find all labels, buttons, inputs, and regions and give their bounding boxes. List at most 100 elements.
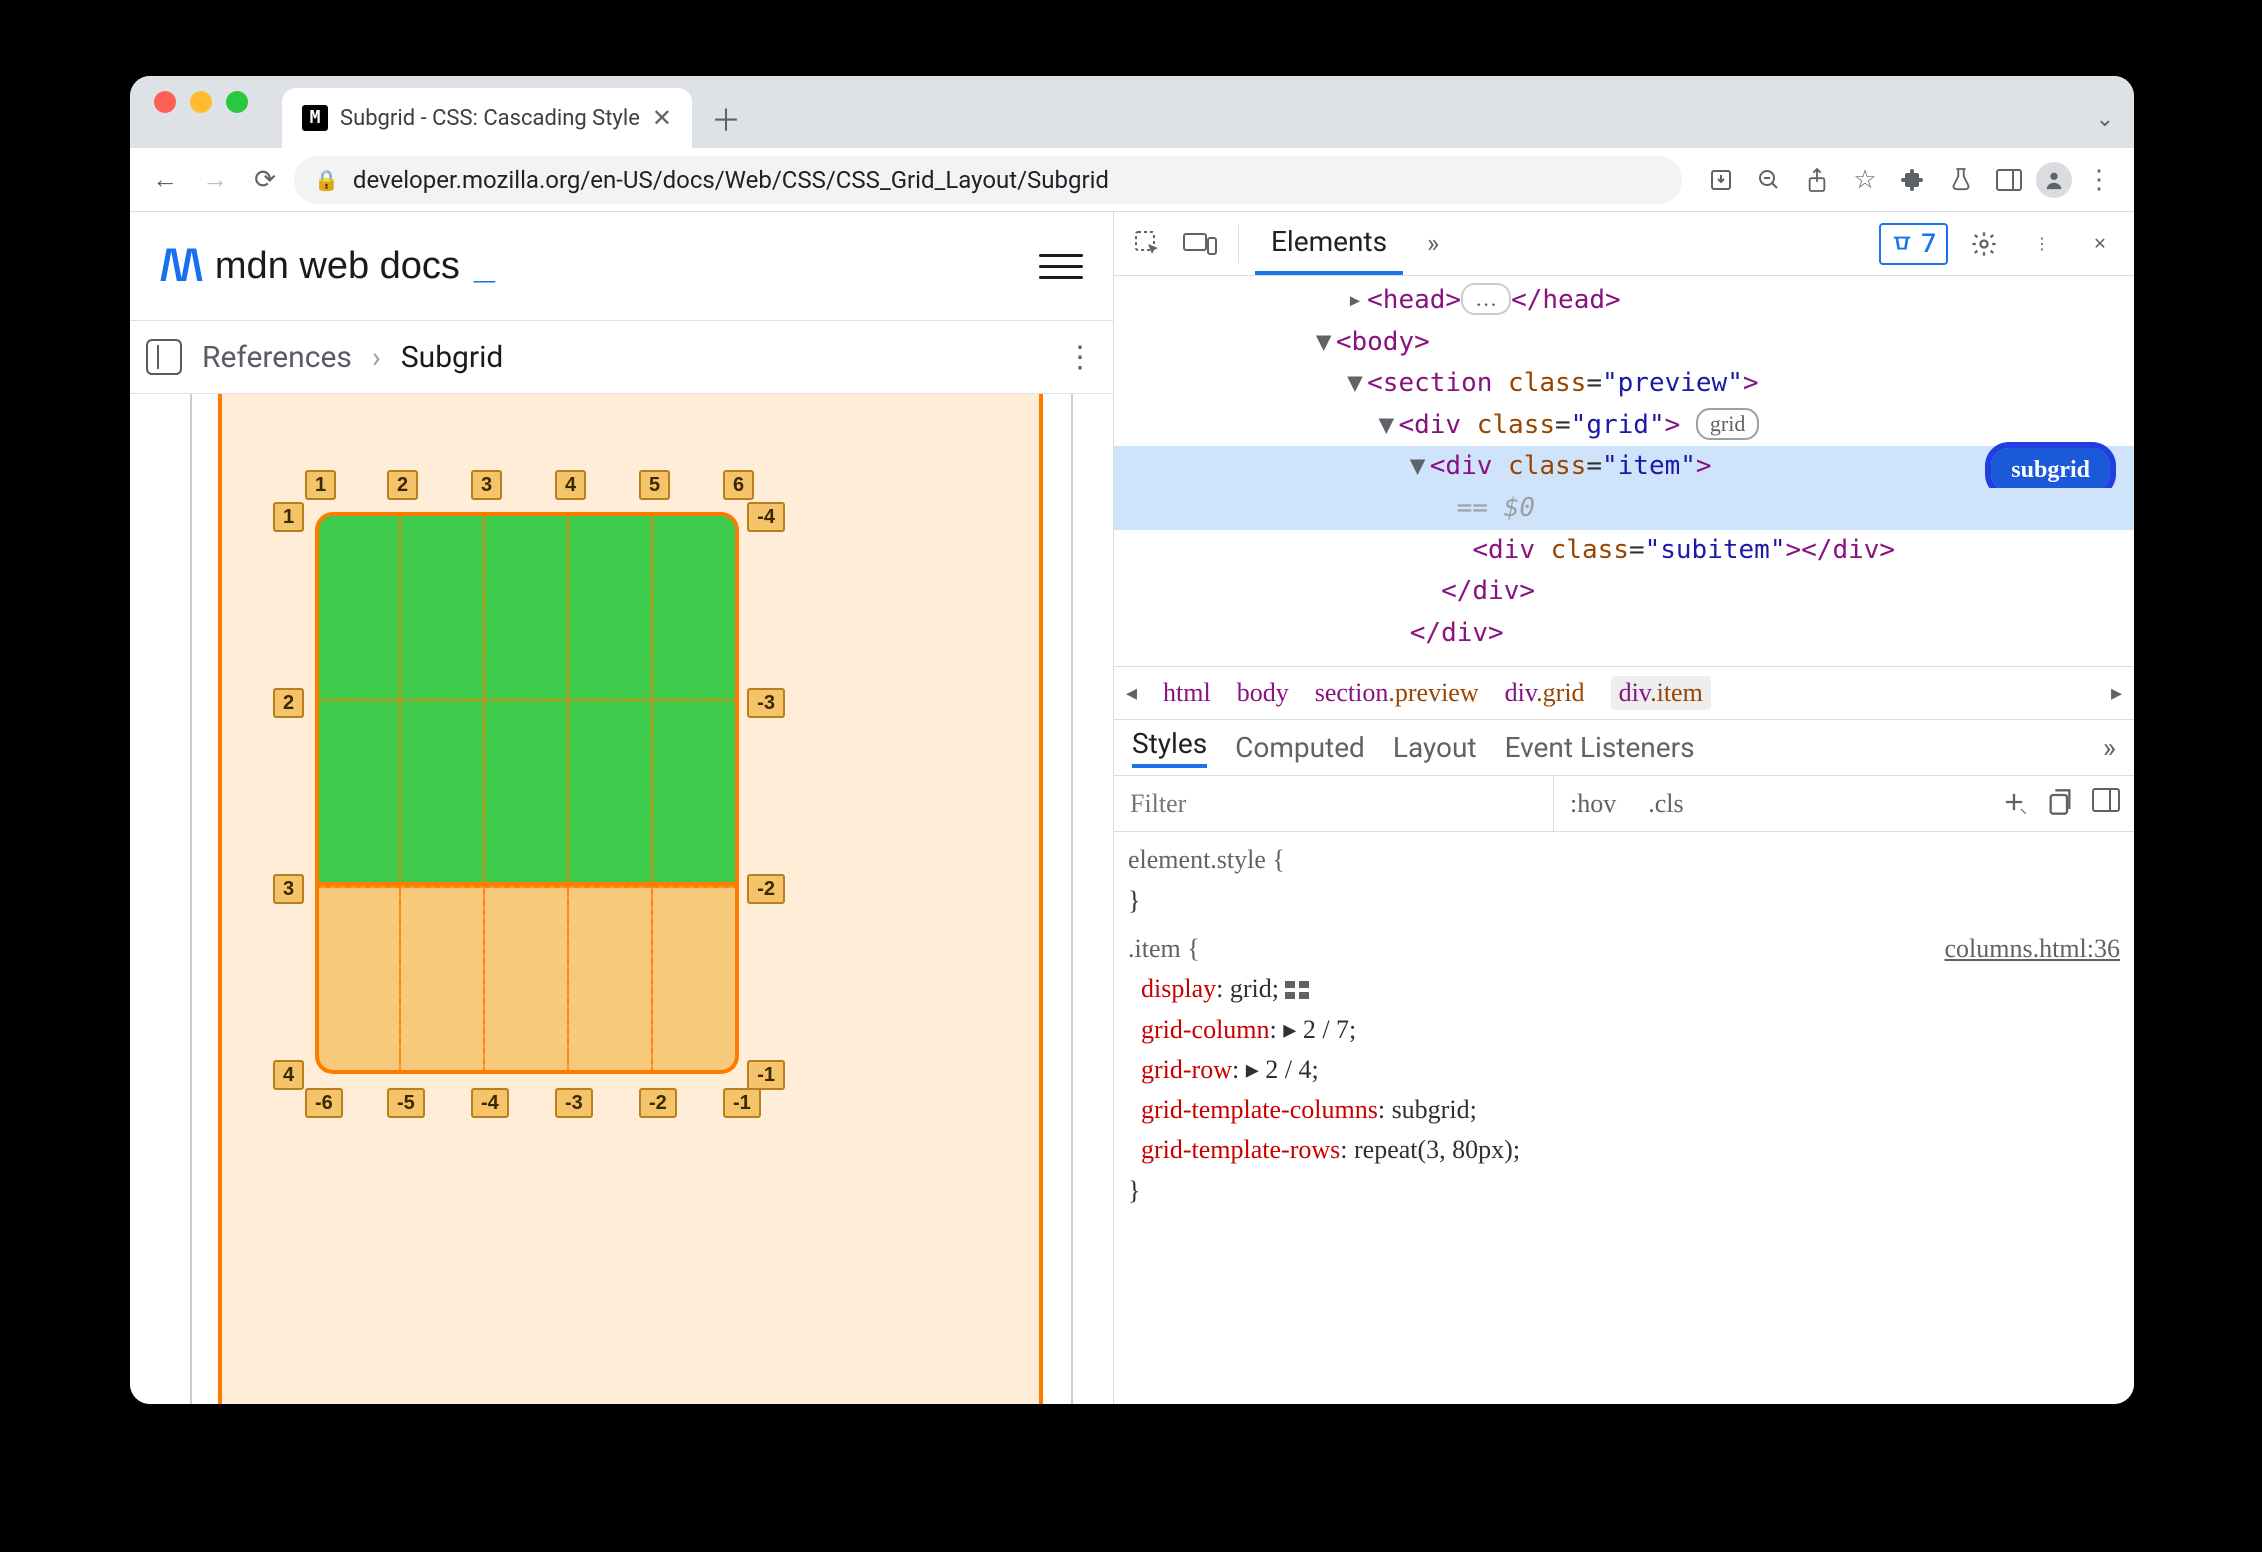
inspect-icon[interactable] bbox=[1126, 222, 1170, 266]
device-toggle-icon[interactable] bbox=[1178, 222, 1222, 266]
breadcrumb-subgrid: Subgrid bbox=[401, 340, 503, 375]
mdn-breadcrumbs: References › Subgrid ⋮ bbox=[130, 320, 1113, 394]
grid-label: -2 bbox=[747, 874, 785, 904]
browser-toolbar: ← → ⟳ 🔒 developer.mozilla.org/en-US/docs… bbox=[130, 148, 2134, 212]
issues-button[interactable]: 7 bbox=[1879, 223, 1948, 265]
toolbar-actions: ☆ ⋮ bbox=[1700, 159, 2120, 201]
grid-label: -4 bbox=[747, 502, 785, 532]
dom-breadcrumb: ◂ html body section.preview div.grid div… bbox=[1114, 666, 2134, 720]
close-tab-icon[interactable]: ✕ bbox=[652, 104, 672, 132]
styles-filter-input[interactable] bbox=[1114, 776, 1554, 831]
share-icon[interactable] bbox=[1796, 159, 1838, 201]
grid-label: 2 bbox=[387, 470, 418, 500]
grid-label: -4 bbox=[471, 1088, 509, 1118]
minimize-window-icon[interactable] bbox=[190, 91, 212, 113]
profile-avatar[interactable] bbox=[2036, 162, 2072, 198]
toggle-sidebar-icon[interactable] bbox=[2092, 788, 2120, 820]
grid-glyph-icon[interactable] bbox=[1285, 981, 1309, 999]
grid-overlay: 1 2 3 4 5 6 1 2 3 4 -4 -3 -2 -1 bbox=[315, 512, 739, 1074]
mdn-logo[interactable]: /\/\ mdn web docs _ bbox=[160, 244, 495, 288]
more-subtabs-icon[interactable]: » bbox=[2103, 731, 2116, 764]
grid-label: -1 bbox=[747, 1060, 785, 1090]
grid-label: 4 bbox=[273, 1060, 304, 1090]
more-tabs-icon[interactable]: » bbox=[1411, 222, 1455, 266]
bookmark-icon[interactable]: ☆ bbox=[1844, 159, 1886, 201]
source-link[interactable]: columns.html:36 bbox=[1945, 929, 2121, 969]
grid-label: -6 bbox=[305, 1088, 343, 1118]
close-devtools-icon[interactable]: ✕ bbox=[2078, 222, 2122, 266]
zoom-window-icon[interactable] bbox=[226, 91, 248, 113]
mdn-header: /\/\ mdn web docs _ bbox=[130, 212, 1113, 320]
grid-label: 3 bbox=[471, 470, 502, 500]
grid-label: 3 bbox=[273, 874, 304, 904]
styles-tab[interactable]: Styles bbox=[1132, 727, 1207, 768]
forward-button[interactable]: → bbox=[194, 159, 236, 201]
layout-tab[interactable]: Layout bbox=[1393, 731, 1477, 764]
page-actions-icon[interactable]: ⋮ bbox=[1065, 340, 1097, 375]
address-bar[interactable]: 🔒 developer.mozilla.org/en-US/docs/Web/C… bbox=[294, 156, 1682, 204]
sidepanel-icon[interactable] bbox=[1988, 159, 2030, 201]
computed-tab[interactable]: Computed bbox=[1235, 731, 1365, 764]
event-listeners-tab[interactable]: Event Listeners bbox=[1505, 731, 1695, 764]
tabs-overflow-icon[interactable]: ⌄ bbox=[2096, 107, 2114, 132]
example-frame: 1 2 3 4 5 6 1 2 3 4 -4 -3 -2 -1 bbox=[130, 394, 1113, 1404]
back-button[interactable]: ← bbox=[144, 159, 186, 201]
breadcrumb-references[interactable]: References bbox=[202, 340, 352, 375]
close-window-icon[interactable] bbox=[154, 91, 176, 113]
browser-window: M Subgrid - CSS: Cascading Style ✕ ＋ ⌄ ←… bbox=[130, 76, 2134, 1404]
grid-label: 6 bbox=[723, 470, 754, 500]
lock-icon: 🔒 bbox=[314, 168, 339, 192]
elements-tab[interactable]: Elements bbox=[1255, 212, 1403, 275]
breadcrumb-item[interactable]: section.preview bbox=[1315, 678, 1479, 708]
grid-label: 5 bbox=[639, 470, 670, 500]
breadcrumb-separator: › bbox=[372, 340, 381, 375]
url-text: developer.mozilla.org/en-US/docs/Web/CSS… bbox=[353, 166, 1109, 194]
grid-label: -2 bbox=[639, 1088, 677, 1118]
grid-label: 4 bbox=[555, 470, 586, 500]
grid-label: -3 bbox=[555, 1088, 593, 1118]
chrome-menu-icon[interactable]: ⋮ bbox=[2078, 159, 2120, 201]
breadcrumb-next-icon[interactable]: ▸ bbox=[2111, 680, 2122, 706]
cls-toggle[interactable]: .cls bbox=[1632, 789, 1699, 819]
copy-styles-icon[interactable] bbox=[2046, 788, 2074, 820]
window-controls bbox=[130, 91, 272, 133]
install-icon[interactable] bbox=[1700, 159, 1742, 201]
grid-label: -5 bbox=[387, 1088, 425, 1118]
styles-filter-bar: :hov .cls bbox=[1114, 776, 2134, 832]
hamburger-menu-icon[interactable] bbox=[1039, 244, 1083, 288]
favicon-icon: M bbox=[302, 105, 328, 131]
hov-toggle[interactable]: :hov bbox=[1554, 789, 1632, 819]
grid-label: 1 bbox=[305, 470, 336, 500]
devtools-menu-icon[interactable]: ⋮ bbox=[2020, 222, 2064, 266]
breadcrumb-item[interactable]: div.grid bbox=[1505, 678, 1585, 708]
issues-count: 7 bbox=[1921, 229, 1936, 259]
subgrid-badge[interactable]: subgrid bbox=[1991, 448, 2110, 492]
settings-icon[interactable] bbox=[1962, 222, 2006, 266]
reload-button[interactable]: ⟳ bbox=[244, 159, 286, 201]
breadcrumb-item[interactable]: html bbox=[1163, 678, 1211, 708]
extensions-icon[interactable] bbox=[1892, 159, 1934, 201]
breadcrumb-item[interactable]: body bbox=[1237, 678, 1289, 708]
mdn-cursor: _ bbox=[474, 247, 495, 285]
devtools-panel: Elements » 7 ⋮ ✕ ▸<head>…</head> ▼<body bbox=[1114, 212, 2134, 1404]
sidebar-toggle-icon[interactable] bbox=[146, 339, 182, 375]
dom-tree[interactable]: ▸<head>…</head> ▼<body> ▼<section class=… bbox=[1114, 276, 2134, 666]
zoom-icon[interactable] bbox=[1748, 159, 1790, 201]
breadcrumb-prev-icon[interactable]: ◂ bbox=[1126, 680, 1137, 706]
new-style-icon[interactable] bbox=[2000, 788, 2028, 820]
styles-pane[interactable]: element.style { } columns.html:36.item {… bbox=[1114, 832, 2134, 1404]
grid-label: 1 bbox=[273, 502, 304, 532]
grid-label: 2 bbox=[273, 688, 304, 718]
styles-subtabs: Styles Computed Layout Event Listeners » bbox=[1114, 720, 2134, 776]
mdn-mark-icon: /\/\ bbox=[160, 244, 201, 288]
grid-badge[interactable]: grid bbox=[1696, 408, 1759, 440]
browser-tab[interactable]: M Subgrid - CSS: Cascading Style ✕ bbox=[282, 88, 692, 148]
labs-icon[interactable] bbox=[1940, 159, 1982, 201]
grid-label: -1 bbox=[723, 1088, 761, 1118]
breadcrumb-item[interactable]: div.item bbox=[1611, 676, 1711, 710]
devtools-toolbar: Elements » 7 ⋮ ✕ bbox=[1114, 212, 2134, 276]
grid-label: -3 bbox=[747, 688, 785, 718]
selected-dom-node[interactable]: ▼<div class="item">subgrid bbox=[1114, 446, 2134, 488]
tab-strip: M Subgrid - CSS: Cascading Style ✕ ＋ ⌄ bbox=[130, 76, 2134, 148]
new-tab-button[interactable]: ＋ bbox=[704, 96, 748, 140]
